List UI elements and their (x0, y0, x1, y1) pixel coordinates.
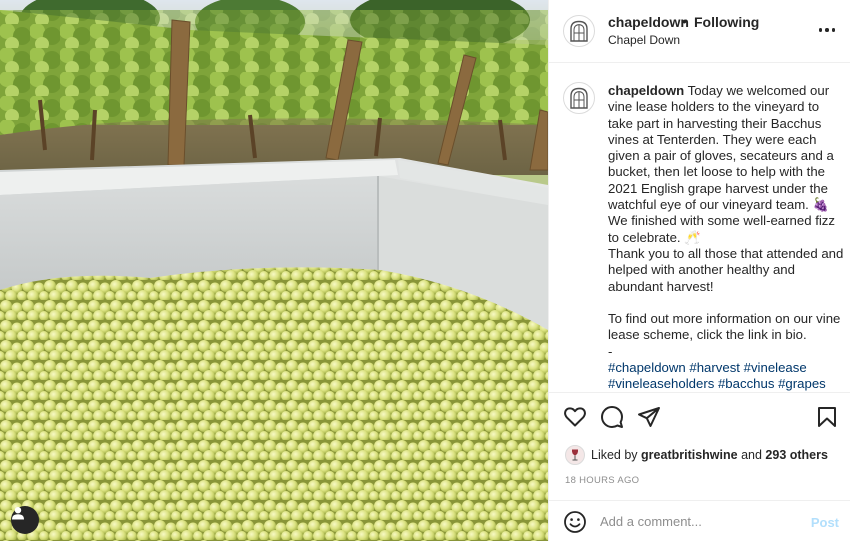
heart-icon[interactable] (563, 405, 587, 429)
likes-summary: Liked by greatbritishwine and 293 others (565, 445, 828, 465)
post-actions: Liked by greatbritishwine and 293 others… (549, 392, 850, 500)
post-photo[interactable] (0, 0, 548, 541)
post-comment-button[interactable]: Post (811, 515, 839, 530)
post-details-panel: chapeldown • Following Chapel Down chape… (548, 0, 850, 541)
avatar[interactable] (563, 15, 595, 47)
post-timestamp[interactable]: 18 HOURS AGO (565, 475, 639, 486)
paper-plane-icon[interactable] (637, 405, 661, 429)
wine-glass-icon (571, 449, 579, 461)
chapel-window-logo-icon (570, 87, 588, 109)
post-caption: chapeldown Today we welcomed our vine le… (608, 83, 844, 392)
caption-hashtags[interactable]: #chapeldown #harvest #vinelease #vinelea… (608, 360, 826, 392)
user-silhouette-icon (12, 507, 24, 520)
comment-bubble-icon[interactable] (600, 405, 624, 429)
header-separator: • (682, 13, 687, 29)
likes-count-link[interactable]: 293 others (765, 448, 828, 462)
more-options-icon[interactable] (815, 22, 839, 38)
caption-username[interactable]: chapeldown (608, 83, 684, 98)
likes-prefix: Liked by (591, 448, 638, 462)
smiley-icon[interactable] (563, 510, 587, 534)
chapel-window-logo-icon (570, 20, 588, 42)
bookmark-icon[interactable] (815, 405, 839, 429)
following-button[interactable]: Following (694, 14, 759, 30)
post-header: chapeldown • Following Chapel Down (549, 0, 850, 63)
caption-scroll-area[interactable]: chapeldown Today we welcomed our vine le… (549, 64, 850, 392)
caption-text: Today we welcomed our vine lease holders… (608, 83, 844, 359)
header-username[interactable]: chapeldown (608, 14, 689, 30)
location-link[interactable]: Chapel Down (608, 33, 680, 47)
instagram-post-view: chapeldown • Following Chapel Down chape… (0, 0, 850, 541)
tagged-user-icon[interactable] (11, 506, 39, 534)
liker-username[interactable]: greatbritishwine (641, 448, 738, 462)
liker-avatar[interactable] (565, 445, 585, 465)
vineyard-harvest-image (0, 0, 548, 541)
comment-input[interactable] (600, 510, 800, 532)
likes-and: and (741, 448, 762, 462)
comment-bar: Post (549, 500, 850, 541)
caption-avatar[interactable] (563, 82, 595, 114)
